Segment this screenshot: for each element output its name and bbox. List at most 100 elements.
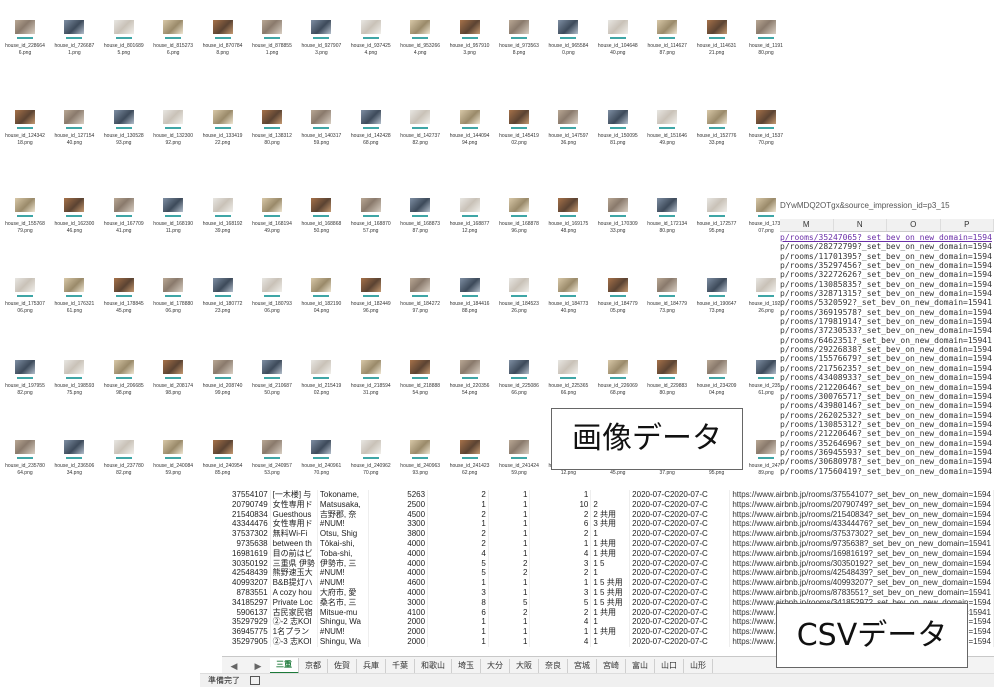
table-cell[interactable]: 桑名市, 三: [317, 598, 368, 608]
table-cell[interactable]: 2020-07-C2020-07-C: [630, 549, 730, 559]
image-file-thumb[interactable]: house_id_7266871.png: [51, 0, 97, 56]
image-file-thumb[interactable]: house_id_2286646.png: [2, 0, 48, 56]
table-cell[interactable]: 2: [428, 529, 489, 539]
image-file-thumb[interactable]: house_id_18477973.png: [644, 258, 690, 314]
table-cell[interactable]: between th: [270, 539, 317, 549]
table-cell[interactable]: 1: [488, 588, 530, 598]
table-cell[interactable]: 伊勢市, 三: [317, 559, 368, 569]
table-cell[interactable]: 1: [428, 500, 489, 510]
url-cell[interactable]: p/rooms/35297456?_set_bev_on_new_domain=…: [780, 261, 994, 270]
table-cell[interactable]: 2: [530, 608, 591, 618]
table-cell[interactable]: A cozy hou: [270, 588, 317, 598]
table-cell[interactable]: 2020-07-C2020-07-C: [630, 529, 730, 539]
image-file-thumb[interactable]: house_id_23578064.png: [2, 420, 48, 476]
sheet-tab[interactable]: 大分: [481, 659, 510, 673]
table-cell[interactable]: 1 5 共用: [591, 578, 630, 588]
url-cell[interactable]: p/rooms/28272799?_set_bev_on_new_domain=…: [780, 242, 994, 251]
image-file-thumb[interactable]: house_id_17884545.png: [101, 258, 147, 314]
table-cell[interactable]: 16981619: [222, 549, 270, 559]
image-file-thumb[interactable]: house_id_12434218.png: [2, 90, 48, 146]
image-file-thumb[interactable]: house_id_17030933.png: [595, 178, 641, 234]
table-cell[interactable]: https://www.airbnb.jp/rooms/21540834?_se…: [730, 510, 994, 520]
table-cell[interactable]: 1: [488, 627, 530, 637]
image-file-thumb[interactable]: house_id_13230092.png: [150, 90, 196, 146]
table-cell[interactable]: 1: [591, 529, 630, 539]
table-cell[interactable]: 2: [591, 500, 630, 510]
table-cell[interactable]: 2020-07-C2020-07-C: [630, 500, 730, 510]
image-file-thumb[interactable]: house_id_22536566.png: [545, 340, 591, 396]
image-file-thumb[interactable]: house_id_8152736.png: [150, 0, 196, 56]
image-file-thumb[interactable]: house_id_17888006.png: [150, 258, 196, 314]
image-file-thumb[interactable]: house_id_9279073.png: [298, 0, 344, 56]
image-file-thumb[interactable]: house_id_16887896.png: [496, 178, 542, 234]
table-cell[interactable]: 2020-07-C2020-07-C: [630, 578, 730, 588]
table-cell[interactable]: 2: [428, 510, 489, 520]
table-cell[interactable]: Tokoname,: [317, 490, 368, 500]
image-file-thumb[interactable]: house_id_18441688.png: [447, 258, 493, 314]
table-cell[interactable]: https://www.airbnb.jp/rooms/40993207?_se…: [730, 578, 994, 588]
url-cell[interactable]: p/rooms/30076571?_set_bev_on_new_domain=…: [780, 392, 994, 401]
table-cell[interactable]: Shingu, Wa: [317, 637, 368, 647]
column-header[interactable]: N: [834, 219, 888, 231]
table-cell[interactable]: 無料Wi-Fi: [270, 529, 317, 539]
table-cell[interactable]: 2020-07-C2020-07-C: [630, 559, 730, 569]
image-file-thumb[interactable]: house_id_119180.png: [743, 0, 789, 56]
table-cell[interactable]: 1: [488, 637, 530, 647]
table-cell[interactable]: 2020-07-C2020-07-C: [630, 539, 730, 549]
sheet-tab[interactable]: 宮城: [568, 659, 597, 673]
table-cell[interactable]: Otsu, Shig: [317, 529, 368, 539]
table-cell[interactable]: 2000: [368, 617, 427, 627]
column-header[interactable]: O: [887, 219, 941, 231]
image-file-thumb[interactable]: house_id_16819449.png: [249, 178, 295, 234]
table-cell[interactable]: 1: [591, 637, 630, 647]
table-cell[interactable]: 9735638: [222, 539, 270, 549]
image-file-thumb[interactable]: house_id_24008459.png: [150, 420, 196, 476]
table-cell[interactable]: [一木楼] 与: [270, 490, 317, 500]
table-cell[interactable]: https://www.airbnb.jp/rooms/30350192?_se…: [730, 559, 994, 569]
sheet-tab[interactable]: 京都: [299, 659, 328, 673]
image-file-thumb[interactable]: house_id_20874099.png: [200, 340, 246, 396]
table-cell[interactable]: 1: [488, 490, 530, 500]
table-cell[interactable]: 三重県 伊勢: [270, 559, 317, 569]
table-cell[interactable]: 4500: [368, 510, 427, 520]
table-cell[interactable]: 女性専用ド: [270, 500, 317, 510]
image-file-thumb[interactable]: house_id_11463121.png: [694, 0, 740, 56]
tab-scroll-left-icon[interactable]: ◀: [222, 661, 246, 672]
table-cell[interactable]: 2020-07-C2020-07-C: [630, 617, 730, 627]
image-file-thumb[interactable]: house_id_17530706.png: [2, 258, 48, 314]
table-cell[interactable]: 1: [428, 627, 489, 637]
table-cell[interactable]: Tōkai-shi,: [317, 539, 368, 549]
image-file-thumb[interactable]: house_id_19064773.png: [694, 258, 740, 314]
image-file-thumb[interactable]: house_id_9579103.png: [447, 0, 493, 56]
image-file-thumb[interactable]: house_id_22035654.png: [447, 340, 493, 396]
url-cell[interactable]: p/rooms/17560419?_set_bev_on_new_domain=…: [780, 467, 994, 476]
table-cell[interactable]: 3000: [368, 598, 427, 608]
image-file-thumb[interactable]: house_id_24095753.png: [249, 420, 295, 476]
image-file-thumb[interactable]: house_id_24095485.png: [200, 420, 246, 476]
table-cell[interactable]: 3 共用: [591, 519, 630, 529]
table-cell[interactable]: #NUM!: [317, 519, 368, 529]
url-cell[interactable]: p/rooms/36945593?_set_bev_on_new_domain=…: [780, 448, 994, 457]
image-file-thumb[interactable]: house_id_24096170.png: [298, 420, 344, 476]
table-cell[interactable]: 大府市, 愛: [317, 588, 368, 598]
table-cell[interactable]: 熊野速玉大: [270, 568, 317, 578]
table-cell[interactable]: 2: [488, 568, 530, 578]
image-file-thumb[interactable]: house_id_153770.png: [743, 90, 789, 146]
table-cell[interactable]: Toba-shi,: [317, 549, 368, 559]
image-file-thumb[interactable]: house_id_9735638.png: [496, 0, 542, 56]
url-cell[interactable]: p/rooms/32272626?_set_bev_on_new_domain=…: [780, 270, 994, 279]
table-cell[interactable]: 1: [488, 529, 530, 539]
sheet-tab[interactable]: 山形: [684, 659, 713, 673]
table-cell[interactable]: 3: [530, 559, 591, 569]
image-file-thumb[interactable]: house_id_24142362.png: [447, 420, 493, 476]
image-file-thumb[interactable]: house_id_15277633.png: [694, 90, 740, 146]
table-cell[interactable]: 3: [428, 588, 489, 598]
table-cell[interactable]: 1 共用: [591, 539, 630, 549]
image-file-thumb[interactable]: house_id_15576879.png: [2, 178, 48, 234]
table-cell[interactable]: https://www.airbnb.jp/rooms/43344476?_se…: [730, 519, 994, 529]
table-cell[interactable]: 5: [530, 598, 591, 608]
image-file-thumb[interactable]: house_id_14273782.png: [397, 90, 443, 146]
table-cell[interactable]: 1: [488, 510, 530, 520]
table-cell[interactable]: 4: [530, 617, 591, 627]
url-cell[interactable]: p/rooms/43408933?_set_bev_on_new_domain=…: [780, 373, 994, 382]
